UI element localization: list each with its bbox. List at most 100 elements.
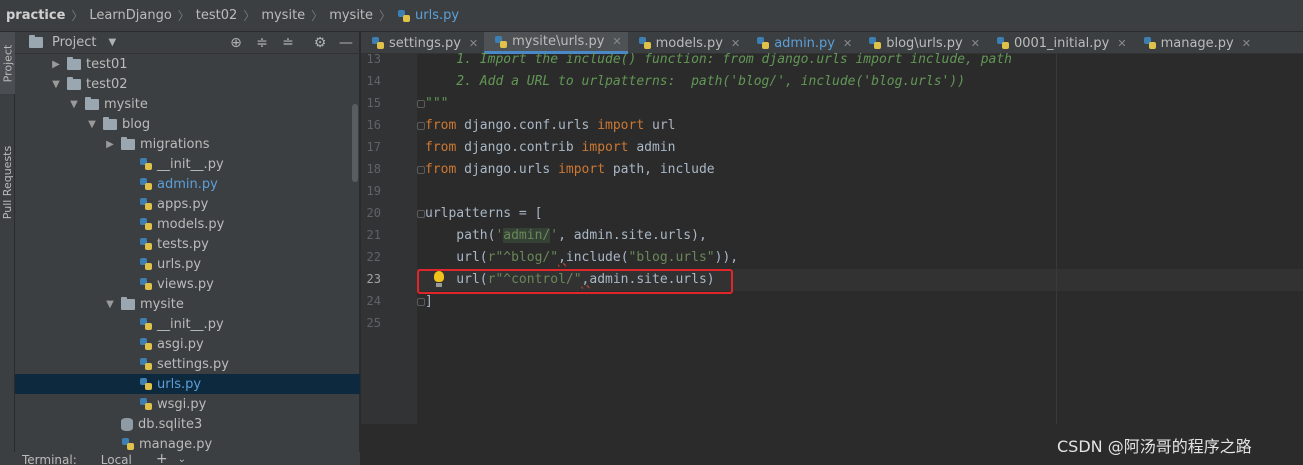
tree-file[interactable]: manage.py <box>15 434 360 454</box>
code-line: from django.urls import path, include <box>425 162 715 177</box>
tree-item-label: apps.py <box>157 196 209 212</box>
line-number: 15 <box>366 96 381 110</box>
close-icon[interactable]: ✕ <box>843 37 852 50</box>
breadcrumb-item[interactable]: LearnDjango <box>89 8 171 23</box>
code-line: 2. Add a URL to urlpatterns: path('blog/… <box>425 74 966 89</box>
tree-file[interactable]: db.sqlite3 <box>15 414 360 434</box>
tree-file[interactable]: tests.py <box>15 234 360 254</box>
fold-marker-icon[interactable] <box>417 122 425 130</box>
code-line: 1. Import the include() function: from d… <box>425 52 1012 67</box>
add-terminal-icon[interactable]: + <box>132 452 168 465</box>
editor-tab-label: manage.py <box>1160 35 1234 51</box>
tool-tab-pull-requests[interactable]: Pull Requests <box>0 127 15 237</box>
minimize-icon[interactable]: — <box>337 34 355 52</box>
python-file-icon <box>139 157 153 171</box>
left-tool-strip: Project Pull Requests <box>0 32 15 465</box>
chevron-down-icon[interactable]: ▼ <box>108 37 116 48</box>
line-number: 22 <box>366 250 381 264</box>
chevron-down-icon[interactable]: ▼ <box>51 79 61 90</box>
fold-marker-icon[interactable] <box>417 210 425 218</box>
python-file-icon <box>397 9 411 23</box>
tree-file[interactable]: models.py <box>15 214 360 234</box>
python-file-icon <box>139 257 153 271</box>
tree-folder[interactable]: ▶ migrations <box>15 134 360 154</box>
tree-item-label: test01 <box>86 56 128 72</box>
tree-item-label: urls.py <box>157 256 202 272</box>
scrollbar-thumb[interactable] <box>352 104 358 182</box>
breadcrumb-item[interactable]: mysite <box>329 8 373 23</box>
python-file-icon <box>868 36 882 50</box>
expand-all-icon[interactable]: ≑ <box>253 34 271 52</box>
lightbulb-icon[interactable] <box>433 271 445 289</box>
breadcrumb-item-current[interactable]: urls.py <box>397 8 459 23</box>
tree-item-label: settings.py <box>157 356 229 372</box>
tree-file[interactable]: urls.py <box>15 374 360 394</box>
tree-item-label: migrations <box>140 136 210 152</box>
close-icon[interactable]: ✕ <box>731 37 740 50</box>
tree-item-label: urls.py <box>157 376 202 392</box>
tree-file[interactable]: admin.py <box>15 174 360 194</box>
tree-item-label: asgi.py <box>157 336 204 352</box>
fold-marker-icon[interactable] <box>417 166 425 174</box>
tree-file[interactable]: asgi.py <box>15 334 360 354</box>
fold-marker-icon[interactable] <box>417 100 425 108</box>
line-number: 21 <box>366 228 381 242</box>
code-line: path('admin/', admin.site.urls), <box>425 228 707 243</box>
editor-tab[interactable]: manage.py ✕ <box>1133 32 1257 54</box>
tree-folder[interactable]: ▶ test01 <box>15 54 360 74</box>
tree-folder[interactable]: ▼ test02 <box>15 74 360 94</box>
tree-file[interactable]: views.py <box>15 274 360 294</box>
line-number: 17 <box>366 140 381 154</box>
tree-folder[interactable]: ▼ blog <box>15 114 360 134</box>
tree-file[interactable]: wsgi.py <box>15 394 360 414</box>
tree-file[interactable]: __init__.py <box>15 154 360 174</box>
fold-marker-icon[interactable] <box>417 298 425 306</box>
breadcrumb-item[interactable]: mysite <box>261 8 305 23</box>
close-icon[interactable]: ✕ <box>469 37 478 50</box>
chevron-down-icon[interactable]: ▼ <box>87 119 97 130</box>
collapse-all-icon[interactable]: ≐ <box>279 34 297 52</box>
locate-icon[interactable]: ⊕ <box>227 34 245 52</box>
python-file-icon <box>756 36 770 50</box>
close-icon[interactable]: ✕ <box>1242 37 1251 50</box>
chevron-down-icon[interactable]: ▼ <box>69 99 79 110</box>
code-editor[interactable]: 1. Import the include() function: from d… <box>417 52 1303 424</box>
tool-tab-project[interactable]: Project <box>0 32 15 94</box>
project-panel-title[interactable]: Project <box>52 35 96 50</box>
close-icon[interactable]: ✕ <box>1117 37 1126 50</box>
python-file-icon <box>139 237 153 251</box>
tree-file[interactable]: __init__.py <box>15 314 360 334</box>
tree-folder[interactable]: ▼ mysite <box>15 294 360 314</box>
project-panel: Project ▼ ⊕ ≑ ≐ ⚙ — ▶ test01 ▼ test02 ▼ mysit… <box>15 32 360 452</box>
breadcrumb-item[interactable]: test02 <box>196 8 238 23</box>
terminal-tab-local[interactable]: Local <box>77 452 132 465</box>
python-file-icon <box>996 36 1010 50</box>
tree-item-label: blog <box>122 116 151 132</box>
tree-item-label: tests.py <box>157 236 209 252</box>
tree-item-label: __init__.py <box>157 156 224 172</box>
python-file-icon <box>139 317 153 331</box>
chevron-down-icon[interactable]: ⌄ <box>168 452 186 465</box>
line-number: 25 <box>366 316 381 330</box>
breadcrumb-item[interactable]: practice <box>6 8 65 23</box>
chevron-right-icon[interactable]: ▶ <box>105 139 115 150</box>
chevron-down-icon[interactable]: ▼ <box>105 299 115 310</box>
tree-file[interactable]: apps.py <box>15 194 360 214</box>
line-number: 16 <box>366 118 381 132</box>
tree-folder[interactable]: ▼ mysite <box>15 94 360 114</box>
python-file-icon <box>139 197 153 211</box>
terminal-label: Terminal: <box>22 453 77 465</box>
editor-tab-label: mysite\urls.py <box>512 34 605 49</box>
python-file-icon <box>494 35 508 49</box>
code-line: from django.contrib import admin <box>425 140 676 155</box>
gear-icon[interactable]: ⚙ <box>311 34 329 52</box>
line-number: 20 <box>366 206 381 220</box>
tree-item-label: test02 <box>86 76 128 92</box>
close-icon[interactable]: ✕ <box>971 37 980 50</box>
tree-file[interactable]: settings.py <box>15 354 360 374</box>
line-number: 23 <box>366 272 381 286</box>
tree-file[interactable]: urls.py <box>15 254 360 274</box>
close-icon[interactable]: ✕ <box>612 35 621 48</box>
folder-icon <box>85 96 99 110</box>
chevron-right-icon[interactable]: ▶ <box>51 59 61 70</box>
